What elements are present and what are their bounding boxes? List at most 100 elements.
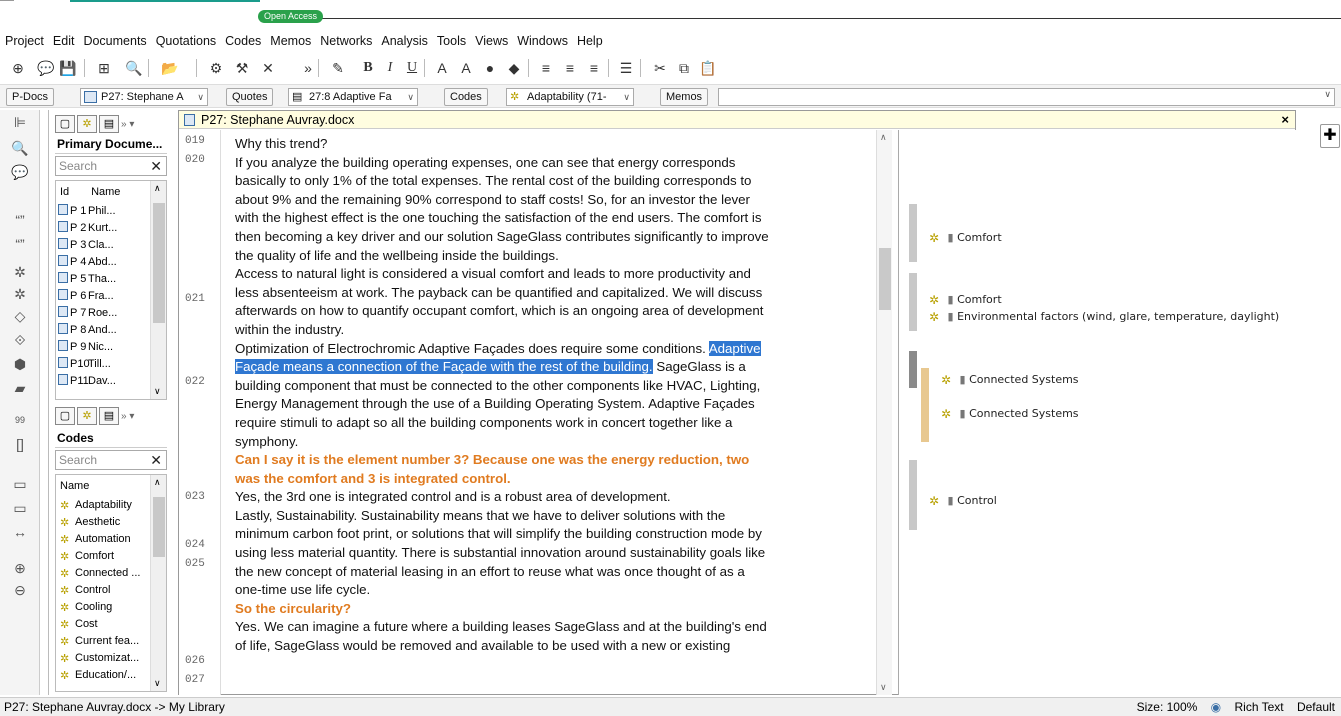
tab-codes[interactable]: ✲: [77, 407, 97, 425]
code-split-icon[interactable]: ◇: [10, 306, 30, 326]
menu-help[interactable]: Help: [577, 34, 603, 48]
quote-marks-icon[interactable]: “”: [10, 210, 30, 230]
menu-tools[interactable]: Tools: [437, 34, 466, 48]
menu-analysis[interactable]: Analysis: [381, 34, 428, 48]
more-chevron-icon[interactable]: » ▾: [121, 411, 134, 422]
codes-search[interactable]: Search ✕: [55, 450, 167, 470]
code-bracket[interactable]: [921, 368, 929, 442]
menu-memos[interactable]: Memos: [270, 34, 311, 48]
paragraph-number[interactable]: 020: [185, 154, 205, 166]
comment-icon[interactable]: 💬: [10, 162, 30, 182]
menu-windows[interactable]: Windows: [517, 34, 568, 48]
menu-views[interactable]: Views: [475, 34, 508, 48]
tab-docs[interactable]: ▢: [55, 407, 75, 425]
margin-code-label[interactable]: ✲ ▮ Connected Systems: [941, 373, 1079, 387]
comment-icon[interactable]: 💬: [36, 58, 56, 78]
scrollbar-thumb[interactable]: [153, 203, 165, 323]
scrollbar-thumb[interactable]: [153, 497, 165, 557]
paragraph-number[interactable]: 019: [185, 135, 205, 147]
quotes-button[interactable]: Quotes: [226, 88, 274, 106]
split-icon[interactable]: ▭: [10, 498, 30, 518]
memo-selector[interactable]: ∨: [718, 88, 1335, 106]
margin-code-label[interactable]: ✲ ▮ Comfort: [929, 231, 1002, 245]
background-color-icon[interactable]: A: [456, 58, 476, 78]
code-selector[interactable]: ✲ Adaptability (71- ∨: [506, 88, 634, 106]
paragraph-number[interactable]: 027: [185, 674, 205, 686]
menu-documents[interactable]: Documents: [83, 34, 146, 48]
panel-toggle-icon[interactable]: ⊫: [10, 112, 30, 132]
selected-quotation[interactable]: Adaptive: [708, 340, 761, 356]
codes-button[interactable]: Codes: [444, 88, 488, 106]
tab-docs[interactable]: ▢: [55, 115, 75, 133]
menu-networks[interactable]: Networks: [320, 34, 372, 48]
search-icon[interactable]: 🔍: [10, 138, 30, 158]
quote-edit-icon[interactable]: “”: [10, 234, 30, 254]
margin-code-label[interactable]: ✲ ▮ Comfort: [929, 293, 1002, 307]
margin-code-label[interactable]: ✲ ▮ Control: [929, 494, 997, 508]
move-icon[interactable]: ↔: [10, 522, 30, 542]
menu-quotations[interactable]: Quotations: [156, 34, 216, 48]
column-id[interactable]: Id: [56, 181, 88, 203]
menu-edit[interactable]: Edit: [53, 34, 75, 48]
close-icon[interactable]: ×: [1281, 111, 1289, 129]
column-name[interactable]: Name: [91, 181, 120, 203]
primary-docs-scrollbar[interactable]: ∧ ∨: [150, 181, 166, 399]
selected-quotation[interactable]: Façade means a connection of the Façade …: [235, 359, 653, 375]
tab-quotes[interactable]: ▤: [99, 115, 119, 133]
memo-icon[interactable]: ▰: [10, 378, 30, 398]
clear-search-icon[interactable]: ✕: [150, 451, 162, 469]
word-cruncher-icon[interactable]: ⚒: [232, 58, 252, 78]
bracket-icon[interactable]: []: [10, 434, 30, 454]
network-icon[interactable]: ⬢: [10, 354, 30, 374]
xml-export-icon[interactable]: ✕: [258, 58, 278, 78]
paragraph-number[interactable]: 023: [185, 491, 205, 503]
margin-code-label[interactable]: ✲ ▮ Connected Systems: [941, 407, 1079, 421]
layout-icon[interactable]: ▭: [10, 474, 30, 494]
chevron-up-icon[interactable]: ∧: [880, 132, 887, 143]
paragraph-number[interactable]: 024: [185, 539, 205, 551]
bold-icon[interactable]: B: [358, 58, 378, 78]
zoom-out-icon[interactable]: ⊖: [10, 580, 30, 600]
paragraph-number[interactable]: 026: [185, 655, 205, 667]
scrollbar-thumb[interactable]: [879, 248, 891, 310]
code-bracket[interactable]: [909, 460, 917, 530]
new-project-icon[interactable]: ⊕: [8, 58, 28, 78]
save-icon[interactable]: 💾: [58, 58, 78, 78]
align-right-icon[interactable]: ≡: [584, 58, 604, 78]
align-left-icon[interactable]: ≡: [536, 58, 556, 78]
paragraph-number[interactable]: 025: [185, 558, 205, 570]
memos-button[interactable]: Memos: [660, 88, 709, 106]
paragraph-number[interactable]: 021: [185, 293, 205, 305]
tab-quotes[interactable]: ▤: [99, 407, 119, 425]
paste-icon[interactable]: 📋: [698, 58, 718, 78]
code-bracket[interactable]: [909, 351, 917, 388]
chevron-up-icon[interactable]: ∧: [154, 183, 161, 194]
code-bracket[interactable]: [909, 273, 917, 331]
open-folder-icon[interactable]: 📂: [160, 58, 180, 78]
link-icon[interactable]: ⟐: [10, 330, 30, 350]
bullets-icon[interactable]: ☰: [616, 58, 636, 78]
primary-docs-search[interactable]: Search ✕: [55, 156, 167, 176]
pen-icon[interactable]: ✎: [328, 58, 348, 78]
add-panel-button[interactable]: ✚: [1320, 124, 1340, 148]
code-list-icon[interactable]: ✲: [10, 262, 30, 282]
quote-selector[interactable]: ▤ 27:8 Adaptive Fa ∨: [288, 88, 418, 106]
cut-icon[interactable]: ✂: [650, 58, 670, 78]
more-chevron-icon[interactable]: »: [298, 58, 318, 78]
paragraph-number[interactable]: 022: [185, 376, 205, 388]
globe-icon[interactable]: ◉: [1211, 700, 1221, 714]
find-icon[interactable]: 🔍: [124, 58, 144, 78]
pdocs-button[interactable]: P-Docs: [6, 88, 55, 106]
query-tool-icon[interactable]: ⚙: [206, 58, 226, 78]
assign-docs-icon[interactable]: ⊞: [94, 58, 114, 78]
font-color-icon[interactable]: A: [432, 58, 452, 78]
color-circle-icon[interactable]: ●: [480, 58, 500, 78]
clear-search-icon[interactable]: ✕: [150, 157, 162, 175]
chevron-down-icon[interactable]: ∨: [154, 678, 161, 689]
codes-scrollbar[interactable]: ∧ ∨: [150, 475, 166, 691]
chevron-down-icon[interactable]: ∨: [880, 682, 887, 693]
counter-icon[interactable]: 99: [10, 410, 30, 430]
copy-icon[interactable]: ⧉: [674, 58, 694, 78]
chevron-down-icon[interactable]: ∨: [154, 386, 161, 397]
code-bracket[interactable]: [909, 204, 917, 262]
